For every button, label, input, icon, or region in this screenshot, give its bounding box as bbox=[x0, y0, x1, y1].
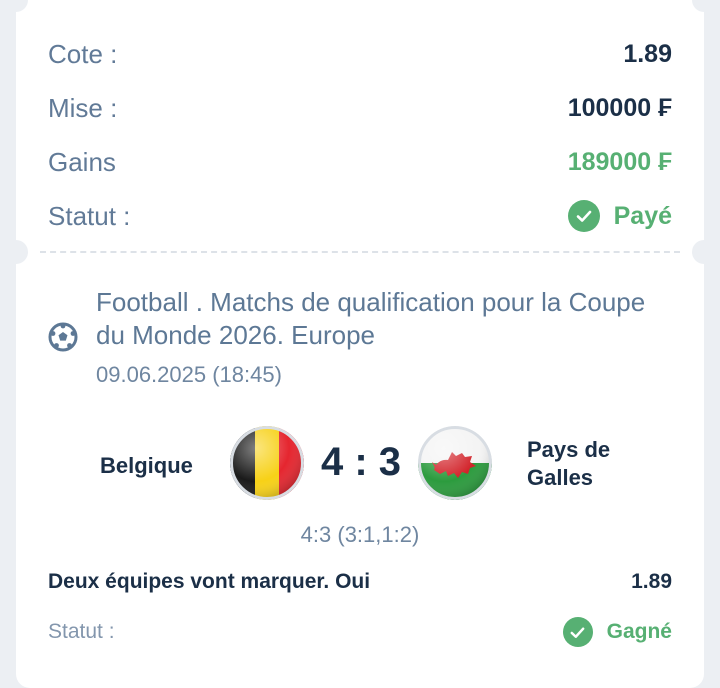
status-label: Statut : bbox=[48, 200, 131, 231]
bet-name: Deux équipes vont marquer. Oui bbox=[48, 570, 371, 593]
winnings-label: Gains bbox=[48, 146, 116, 177]
winnings-value: 189000 ₣ bbox=[567, 147, 672, 176]
ticket-divider bbox=[40, 251, 680, 253]
status-value-wrap: Payé bbox=[567, 200, 672, 232]
stake-label: Mise : bbox=[48, 92, 118, 123]
stake-row: Mise : 100000 ₣ bbox=[48, 88, 672, 128]
odds-label: Cote : bbox=[48, 38, 118, 69]
soccer-ball-icon bbox=[48, 322, 78, 352]
event-date: 09.06.2025 (18:45) bbox=[96, 362, 282, 387]
ticket-notch-left-top bbox=[4, 0, 28, 12]
odds-row: Cote : 1.89 bbox=[48, 34, 672, 74]
status-value: Payé bbox=[613, 201, 672, 230]
bet-status-row: Statut : Gagné bbox=[48, 617, 672, 647]
ticket-notch-right-top bbox=[692, 0, 716, 12]
away-team-line2: Galles bbox=[527, 465, 594, 490]
check-circle-icon bbox=[567, 200, 600, 232]
stake-value: 100000 ₣ bbox=[567, 93, 672, 122]
ticket-notch-right bbox=[692, 240, 716, 264]
bet-status-value: Gagné bbox=[606, 620, 672, 643]
check-circle-icon bbox=[562, 617, 593, 647]
bet-odds: 1.89 bbox=[631, 570, 672, 593]
ticket-notch-left bbox=[4, 240, 28, 264]
bet-selection-row: Deux équipes vont marquer. Oui 1.89 bbox=[48, 570, 672, 594]
status-row: Statut : Payé bbox=[48, 196, 672, 236]
belgium-flag-icon bbox=[230, 426, 304, 500]
match-score: 4 : 3 bbox=[320, 440, 402, 484]
bet-status-label: Statut : bbox=[48, 620, 115, 643]
bet-status-wrap: Gagné bbox=[562, 617, 672, 647]
away-team-line1: Pays de bbox=[527, 437, 611, 462]
event-title[interactable]: Football . Matchs de qualification pour … bbox=[96, 286, 656, 352]
home-team-name: Belgique bbox=[100, 453, 193, 478]
away-team-name: Pays de Galles bbox=[527, 436, 610, 492]
odds-value: 1.89 bbox=[623, 39, 672, 68]
detailed-score: 4:3 (3:1,1:2) bbox=[300, 522, 420, 547]
wales-flag-icon bbox=[418, 426, 492, 500]
winnings-row: Gains 189000 ₣ bbox=[48, 142, 672, 182]
